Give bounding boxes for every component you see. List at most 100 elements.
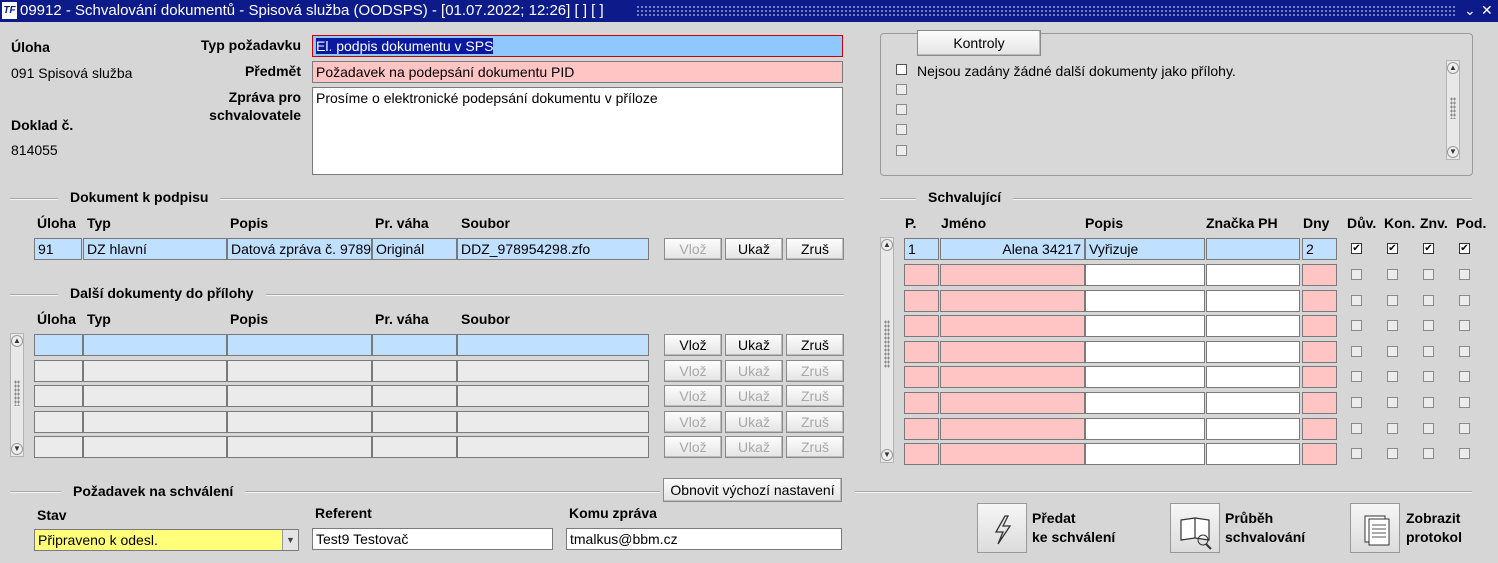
prilohy-zrus-button[interactable]: Zruš xyxy=(786,359,844,382)
kontroly-check-1[interactable] xyxy=(896,64,907,75)
prilohy-cell[interactable] xyxy=(227,410,372,433)
schval-cell[interactable] xyxy=(940,443,1085,466)
schval-checkbox[interactable] xyxy=(1459,294,1470,306)
prilohy-cell[interactable] xyxy=(83,334,227,356)
schval-checkbox[interactable] xyxy=(1423,269,1434,280)
schval-cell[interactable] xyxy=(904,315,939,338)
prilohy-cell[interactable] xyxy=(457,334,649,356)
prilohy-ukaz-button[interactable]: Ukaž xyxy=(725,334,783,356)
schval-cell[interactable] xyxy=(1302,366,1337,389)
schval-checkbox[interactable] xyxy=(1387,422,1398,434)
kontroly-check-5[interactable] xyxy=(896,145,907,156)
prilohy-ukaz-button[interactable]: Ukaž xyxy=(725,385,783,407)
schval-cell[interactable] xyxy=(1206,264,1300,286)
schval-cell[interactable] xyxy=(940,289,1085,312)
doc-ukaz-button[interactable]: Ukaž xyxy=(725,238,783,260)
schval-checkbox[interactable] xyxy=(1351,371,1362,383)
schval-cell[interactable] xyxy=(1206,392,1300,414)
schval-cell[interactable] xyxy=(1206,340,1300,363)
predat-button[interactable] xyxy=(977,503,1027,553)
prilohy-zrus-button[interactable]: Zruš xyxy=(786,385,844,407)
prilohy-cell[interactable] xyxy=(83,385,227,407)
znv-checkbox[interactable] xyxy=(1423,243,1434,254)
scroll-up-icon[interactable]: ▲ xyxy=(11,335,23,347)
prilohy-cell[interactable] xyxy=(457,385,649,407)
prilohy-vloz-button[interactable]: Vlož xyxy=(664,436,722,458)
schval-cell[interactable] xyxy=(1302,264,1337,286)
schval-cell[interactable] xyxy=(940,264,1085,286)
schval-cell[interactable] xyxy=(1302,289,1337,312)
schval-popis-cell[interactable]: Vyřizuje xyxy=(1085,238,1205,260)
schval-cell[interactable] xyxy=(1206,289,1300,312)
prilohy-cell[interactable] xyxy=(83,410,227,433)
prilohy-cell[interactable] xyxy=(34,334,83,356)
duv-checkbox[interactable] xyxy=(1351,243,1362,254)
reset-defaults-button[interactable]: Obnovit výchozí nastavení xyxy=(663,478,842,502)
predmet-field[interactable]: Požadavek na podepsání dokumentu PID xyxy=(312,61,843,83)
schval-checkbox[interactable] xyxy=(1351,294,1362,306)
schval-znacka-cell[interactable] xyxy=(1206,238,1300,260)
pod-checkbox[interactable] xyxy=(1459,243,1470,254)
chevron-down-icon[interactable]: ▼ xyxy=(282,530,298,550)
scroll-down-icon[interactable]: ▼ xyxy=(1447,146,1459,158)
schval-cell[interactable] xyxy=(1206,417,1300,440)
schval-cell[interactable] xyxy=(940,417,1085,440)
schval-cell[interactable] xyxy=(1302,392,1337,414)
close-icon[interactable]: ✕ xyxy=(1481,2,1493,19)
schval-cell[interactable] xyxy=(940,366,1085,389)
schval-cell[interactable] xyxy=(904,264,939,286)
scroll-down-icon[interactable]: ▼ xyxy=(11,443,23,455)
doc-vaha-cell[interactable]: Originál xyxy=(372,238,457,260)
schval-checkbox[interactable] xyxy=(1387,371,1398,383)
referent-field[interactable]: Test9 Testovač xyxy=(312,528,553,550)
kontroly-scrollbar[interactable]: ▲ ▼ xyxy=(1446,60,1460,160)
schval-cell[interactable] xyxy=(904,340,939,363)
schval-jmeno-cell[interactable]: Alena 34217 xyxy=(940,238,1085,260)
schval-cell[interactable] xyxy=(1085,289,1205,312)
schval-checkbox[interactable] xyxy=(1459,448,1470,460)
minimize-icon[interactable]: ⌄ xyxy=(1464,2,1476,19)
schval-cell[interactable] xyxy=(940,392,1085,414)
schval-checkbox[interactable] xyxy=(1351,320,1362,332)
kontroly-button[interactable]: Kontroly xyxy=(917,30,1041,56)
prilohy-cell[interactable] xyxy=(372,385,457,407)
schval-cell[interactable] xyxy=(1206,443,1300,466)
prilohy-cell[interactable] xyxy=(34,385,83,407)
prilohy-scrollbar[interactable]: ▲ ▼ xyxy=(10,333,24,457)
schval-checkbox[interactable] xyxy=(1423,448,1434,460)
schval-checkbox[interactable] xyxy=(1459,422,1470,434)
schval-cell[interactable] xyxy=(1085,340,1205,363)
prilohy-cell[interactable] xyxy=(227,436,372,458)
doc-typ-cell[interactable]: DZ hlavní xyxy=(83,238,227,260)
stav-select[interactable]: Připraveno k odesl. ▼ xyxy=(34,529,299,551)
schval-checkbox[interactable] xyxy=(1387,345,1398,357)
schval-cell[interactable] xyxy=(1085,417,1205,440)
schval-cell[interactable] xyxy=(1302,340,1337,363)
scroll-down-icon[interactable]: ▼ xyxy=(881,449,893,461)
prilohy-cell[interactable] xyxy=(457,410,649,433)
prilohy-cell[interactable] xyxy=(457,436,649,458)
protokol-button[interactable] xyxy=(1350,503,1400,553)
schval-cell[interactable] xyxy=(940,315,1085,338)
scroll-up-icon[interactable]: ▲ xyxy=(1447,62,1459,74)
schval-cell[interactable] xyxy=(1085,392,1205,414)
prilohy-zrus-button[interactable]: Zruš xyxy=(786,334,844,356)
prilohy-cell[interactable] xyxy=(372,436,457,458)
schval-cell[interactable] xyxy=(940,340,1085,363)
schval-dny-cell[interactable]: 2 xyxy=(1302,238,1337,260)
schval-checkbox[interactable] xyxy=(1387,397,1398,408)
prilohy-cell[interactable] xyxy=(34,410,83,433)
prilohy-cell[interactable] xyxy=(372,410,457,433)
schval-cell[interactable] xyxy=(1085,366,1205,389)
prubeh-button[interactable] xyxy=(1170,503,1220,553)
schval-checkbox[interactable] xyxy=(1459,320,1470,332)
schval-cell[interactable] xyxy=(1085,443,1205,466)
doc-popis-cell[interactable]: Datová zpráva č. 978954298 xyxy=(227,238,372,260)
schval-cell[interactable] xyxy=(1206,366,1300,389)
schval-cell[interactable] xyxy=(904,443,939,466)
schval-checkbox[interactable] xyxy=(1459,345,1470,357)
schval-cell[interactable] xyxy=(1302,417,1337,440)
schval-checkbox[interactable] xyxy=(1351,269,1362,280)
prilohy-ukaz-button[interactable]: Ukaž xyxy=(725,410,783,433)
prilohy-cell[interactable] xyxy=(372,334,457,356)
